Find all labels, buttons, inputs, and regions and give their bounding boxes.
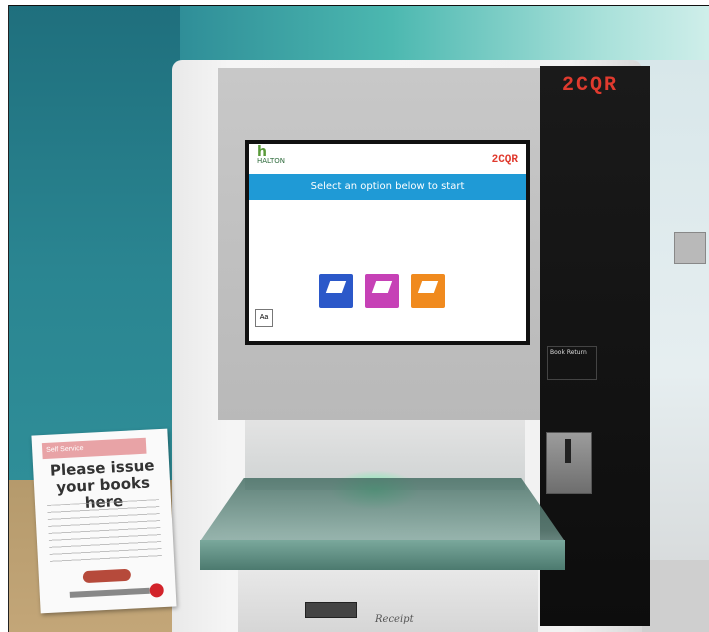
accessibility-button[interactable]: Aa [255, 309, 273, 327]
sign-footer [69, 587, 150, 598]
sign-body-text [47, 499, 163, 565]
screen-header: h HALTON 2CQR [249, 144, 526, 174]
instruction-sign: Self Service Please issue your books her… [31, 428, 177, 614]
kiosk-brand-logo: 2CQR [562, 74, 619, 97]
account-option-button[interactable] [365, 274, 399, 308]
renew-option-button[interactable] [411, 274, 445, 308]
book-return-label: Book Return [547, 346, 597, 380]
kiosk-touchscreen[interactable]: h HALTON 2CQR Select an option below to … [245, 140, 530, 345]
borrow-option-button[interactable] [319, 274, 353, 308]
screen-brand-logo: 2CQR [491, 154, 518, 166]
frame-left-border [8, 5, 9, 632]
sign-topbar: Self Service [41, 437, 147, 460]
screen-content: h HALTON 2CQR Select an option below to … [249, 144, 526, 341]
library-logo-text: HALTON [257, 157, 286, 165]
library-logo: h HALTON [257, 144, 286, 166]
card-slot[interactable] [546, 432, 592, 494]
book-icon [325, 281, 347, 293]
sign-logo [82, 568, 132, 584]
id-card-icon [371, 281, 393, 293]
wall-switch [674, 232, 706, 264]
sign-red-badge [149, 582, 165, 598]
photo-scene: 2CQR Book Return h HALTON 2CQR Select an… [0, 0, 709, 632]
renew-icon [417, 281, 439, 293]
library-logo-mark: h [257, 144, 267, 160]
card-slot-opening [565, 439, 571, 463]
instruction-banner: Select an option below to start [249, 174, 526, 200]
receipt-slot[interactable] [305, 602, 357, 618]
frame-top-border [8, 5, 709, 6]
receipt-label: Receipt [375, 614, 414, 625]
glass-shelf-edge [200, 540, 565, 570]
